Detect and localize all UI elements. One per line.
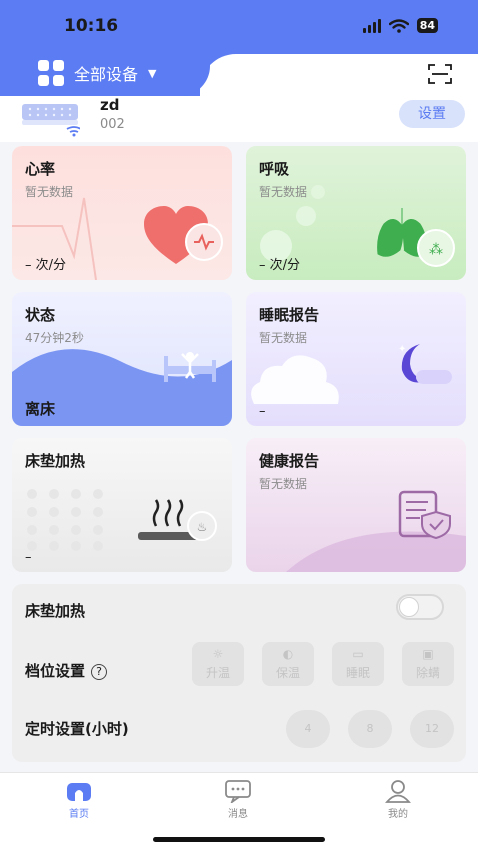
help-icon[interactable]: ?	[91, 664, 108, 680]
heart-rate-value: – 次/分	[25, 258, 67, 273]
timer-4-button[interactable]: 4	[286, 710, 330, 748]
status-bar: 10:16 84	[0, 14, 478, 40]
health-report-status: 暂无数据	[259, 477, 308, 491]
heating-pad-icon: ♨	[138, 499, 217, 541]
mattress-heating-value: –	[25, 550, 32, 565]
bed-state-card[interactable]: 状态 47分钟2秒 离床	[12, 292, 232, 426]
tab-messages-label: 消息	[228, 809, 248, 820]
device-mattress-icon	[22, 104, 80, 137]
mattress-heating-card[interactable]: ♨ 床垫加热 –	[12, 438, 232, 572]
home-indicator	[153, 837, 325, 842]
mode-heat-label: 升温	[205, 666, 230, 680]
tab-messages[interactable]: 消息	[208, 779, 268, 820]
bed-state-value: 离床	[25, 400, 56, 418]
respiration-title: 呼吸	[259, 160, 290, 178]
device-filter-label: 全部设备	[74, 65, 139, 84]
bed-icon: ▭	[352, 647, 364, 661]
bed-person-icon	[164, 352, 216, 382]
health-report-title: 健康报告	[259, 452, 320, 470]
scan-icon[interactable]	[428, 64, 452, 84]
respiration-value: – 次/分	[259, 258, 301, 273]
moon-icon: ✦	[398, 344, 452, 384]
mode-mite-removal-button[interactable]: ▣ 除螨	[402, 642, 454, 686]
mode-sleep-label: 睡眠	[345, 666, 370, 680]
tab-home-label: 首页	[69, 809, 89, 820]
mite-icon: ▣	[422, 647, 434, 661]
sleep-report-value: –	[259, 404, 266, 419]
mode-mite-removal-label: 除螨	[415, 666, 440, 680]
chevron-down-icon: ▼	[148, 66, 157, 80]
svg-text:♨: ♨	[197, 520, 208, 534]
device-filter-dropdown[interactable]: 全部设备 ▼	[38, 60, 156, 86]
status-icons: 84	[362, 18, 438, 33]
bed-state-title: 状态	[25, 306, 56, 324]
sleep-report-title: 睡眠报告	[259, 306, 320, 324]
timer-8-button[interactable]: 8	[348, 710, 392, 748]
tab-home[interactable]: 首页	[49, 779, 109, 820]
gear-setting-text: 档位设置	[25, 662, 86, 680]
heating-switch-label: 床垫加热	[25, 602, 86, 620]
gear-setting-label: 档位设置?	[25, 660, 108, 681]
heart-rate-card[interactable]: 心率 暂无数据 – 次/分	[12, 146, 232, 280]
thermometer-icon: ☼	[212, 647, 224, 661]
grid-icon	[38, 60, 64, 86]
mode-keep-warm-label: 保温	[275, 666, 300, 680]
mode-sleep-button[interactable]: ▭ 睡眠	[332, 642, 384, 686]
mode-keep-warm-button[interactable]: ◐ 保温	[262, 642, 314, 686]
battery-icon: 84	[416, 18, 438, 33]
toggle-knob	[399, 597, 419, 617]
heating-control-panel: 床垫加热 档位设置? ☼ 升温 ◐ 保温 ▭ 睡眠 ▣ 除螨 定时设置(小时) 4 8 …	[12, 584, 466, 762]
tab-profile[interactable]: 我的	[368, 779, 428, 820]
respiration-status: 暂无数据	[259, 185, 308, 199]
settings-button[interactable]: 设置	[399, 100, 465, 128]
health-report-card[interactable]: 健康报告 暂无数据	[246, 438, 466, 572]
svg-text:⁂: ⁂	[429, 242, 443, 258]
cloud-illustration	[251, 355, 339, 404]
message-icon	[225, 780, 251, 803]
tab-profile-label: 我的	[388, 809, 408, 820]
report-shield-icon	[398, 490, 451, 540]
dots-illustration	[27, 489, 103, 551]
sleep-report-card[interactable]: ✦ 睡眠报告 暂无数据 –	[246, 292, 466, 426]
device-name: zd	[100, 96, 120, 114]
mattress-heating-title: 床垫加热	[25, 452, 86, 470]
status-time: 10:16	[64, 16, 119, 36]
device-id: 002	[100, 117, 125, 132]
warm-icon: ◐	[282, 647, 294, 661]
heart-rate-status: 暂无数据	[25, 185, 74, 199]
signal-icon	[362, 18, 381, 33]
timer-setting-label: 定时设置(小时)	[25, 720, 129, 738]
bed-state-duration: 47分钟2秒	[25, 331, 84, 345]
heart-icon	[144, 206, 223, 264]
timer-12-button[interactable]: 12	[410, 710, 454, 748]
sleep-report-status: 暂无数据	[259, 331, 308, 345]
mode-heat-button[interactable]: ☼ 升温	[192, 642, 244, 686]
heart-rate-title: 心率	[25, 160, 56, 178]
svg-text:✦: ✦	[398, 344, 406, 355]
wifi-icon	[388, 18, 409, 33]
home-icon	[67, 783, 91, 801]
heating-toggle[interactable]	[396, 594, 444, 620]
lungs-icon: ⁂	[377, 208, 455, 267]
profile-icon	[385, 780, 411, 803]
respiration-card[interactable]: ⁂ 呼吸 暂无数据 – 次/分	[246, 146, 466, 280]
